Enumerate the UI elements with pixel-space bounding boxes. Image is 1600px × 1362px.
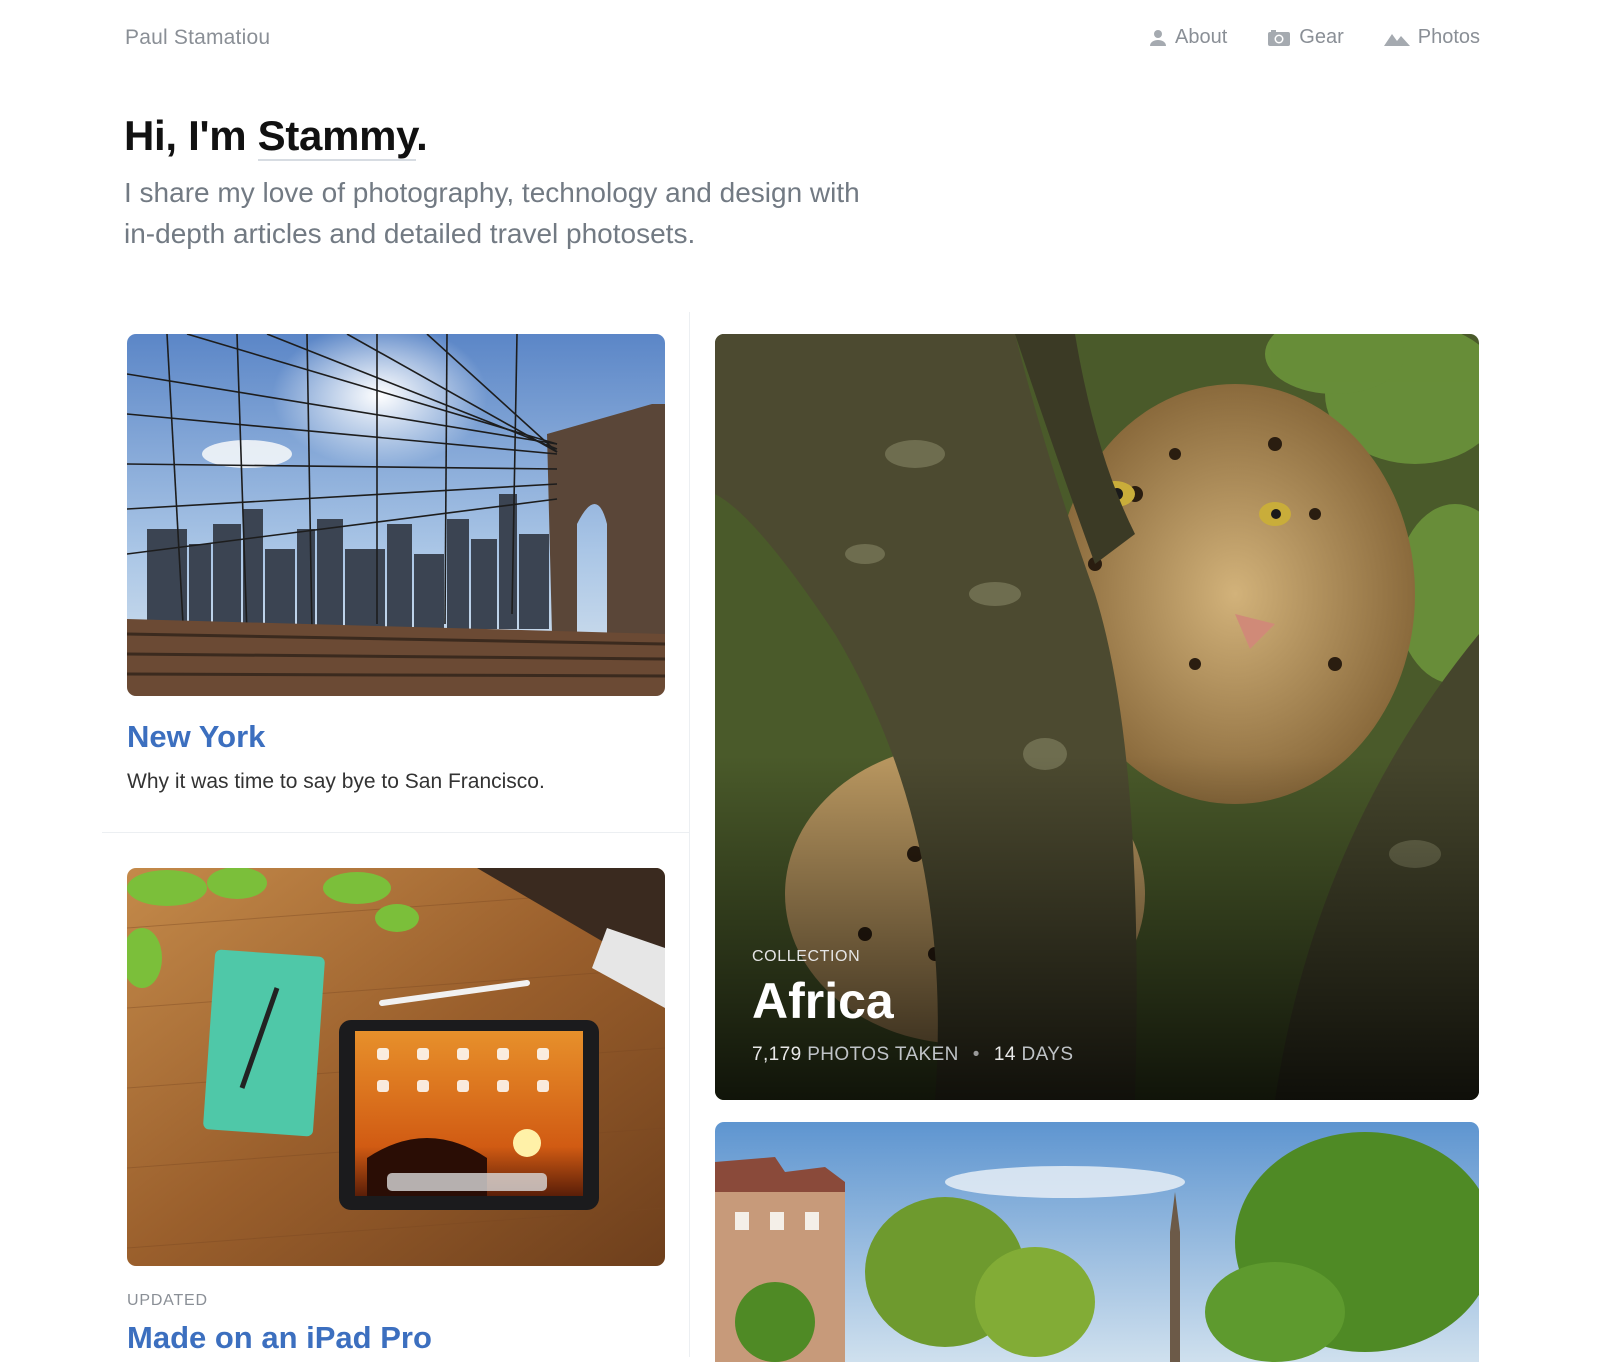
days-count: 14 (993, 1044, 1016, 1065)
nav-photos-label: Photos (1417, 26, 1480, 48)
intro-subtitle: I share my love of photography, technolo… (124, 177, 860, 249)
new-york-title[interactable]: New York (127, 719, 265, 755)
mountain-icon (1383, 30, 1410, 46)
nav-photos[interactable]: Photos (1383, 26, 1480, 49)
column-divider (689, 312, 690, 1357)
nav-gear[interactable]: Gear (1267, 26, 1344, 49)
africa-title: Africa (752, 973, 894, 1029)
page-title: Hi, I'm Stammy. (124, 112, 428, 161)
top-nav: About Gear Photos (1149, 26, 1480, 49)
ipad-image[interactable] (127, 868, 665, 1266)
title-prefix: Hi, I'm (124, 112, 258, 159)
photos-count: 7,179 (752, 1044, 802, 1065)
new-york-image[interactable] (127, 334, 665, 696)
title-suffix: . (416, 112, 428, 159)
site-name-link[interactable]: Paul Stamatiou (125, 26, 270, 50)
nav-about-label: About (1175, 26, 1228, 48)
new-york-description: Why it was time to say bye to San Franci… (127, 770, 545, 793)
photos-label: PHOTOS TAKEN (807, 1044, 959, 1065)
camera-icon (1267, 29, 1291, 47)
stats-separator: • (972, 1044, 980, 1065)
nav-about[interactable]: About (1149, 26, 1227, 49)
stammy-link[interactable]: Stammy (257, 112, 416, 161)
ipad-title[interactable]: Made on an iPad Pro (127, 1320, 432, 1356)
person-icon (1149, 29, 1167, 47)
collection-kicker: COLLECTION (752, 948, 861, 965)
card-divider (102, 832, 689, 833)
africa-stats: 7,179 PHOTOS TAKEN • 14 DAYS (752, 1044, 1073, 1066)
updated-kicker: UPDATED (127, 1292, 208, 1309)
amsterdam-image[interactable] (715, 1122, 1479, 1362)
nav-gear-label: Gear (1299, 26, 1344, 48)
days-label: DAYS (1021, 1044, 1074, 1065)
